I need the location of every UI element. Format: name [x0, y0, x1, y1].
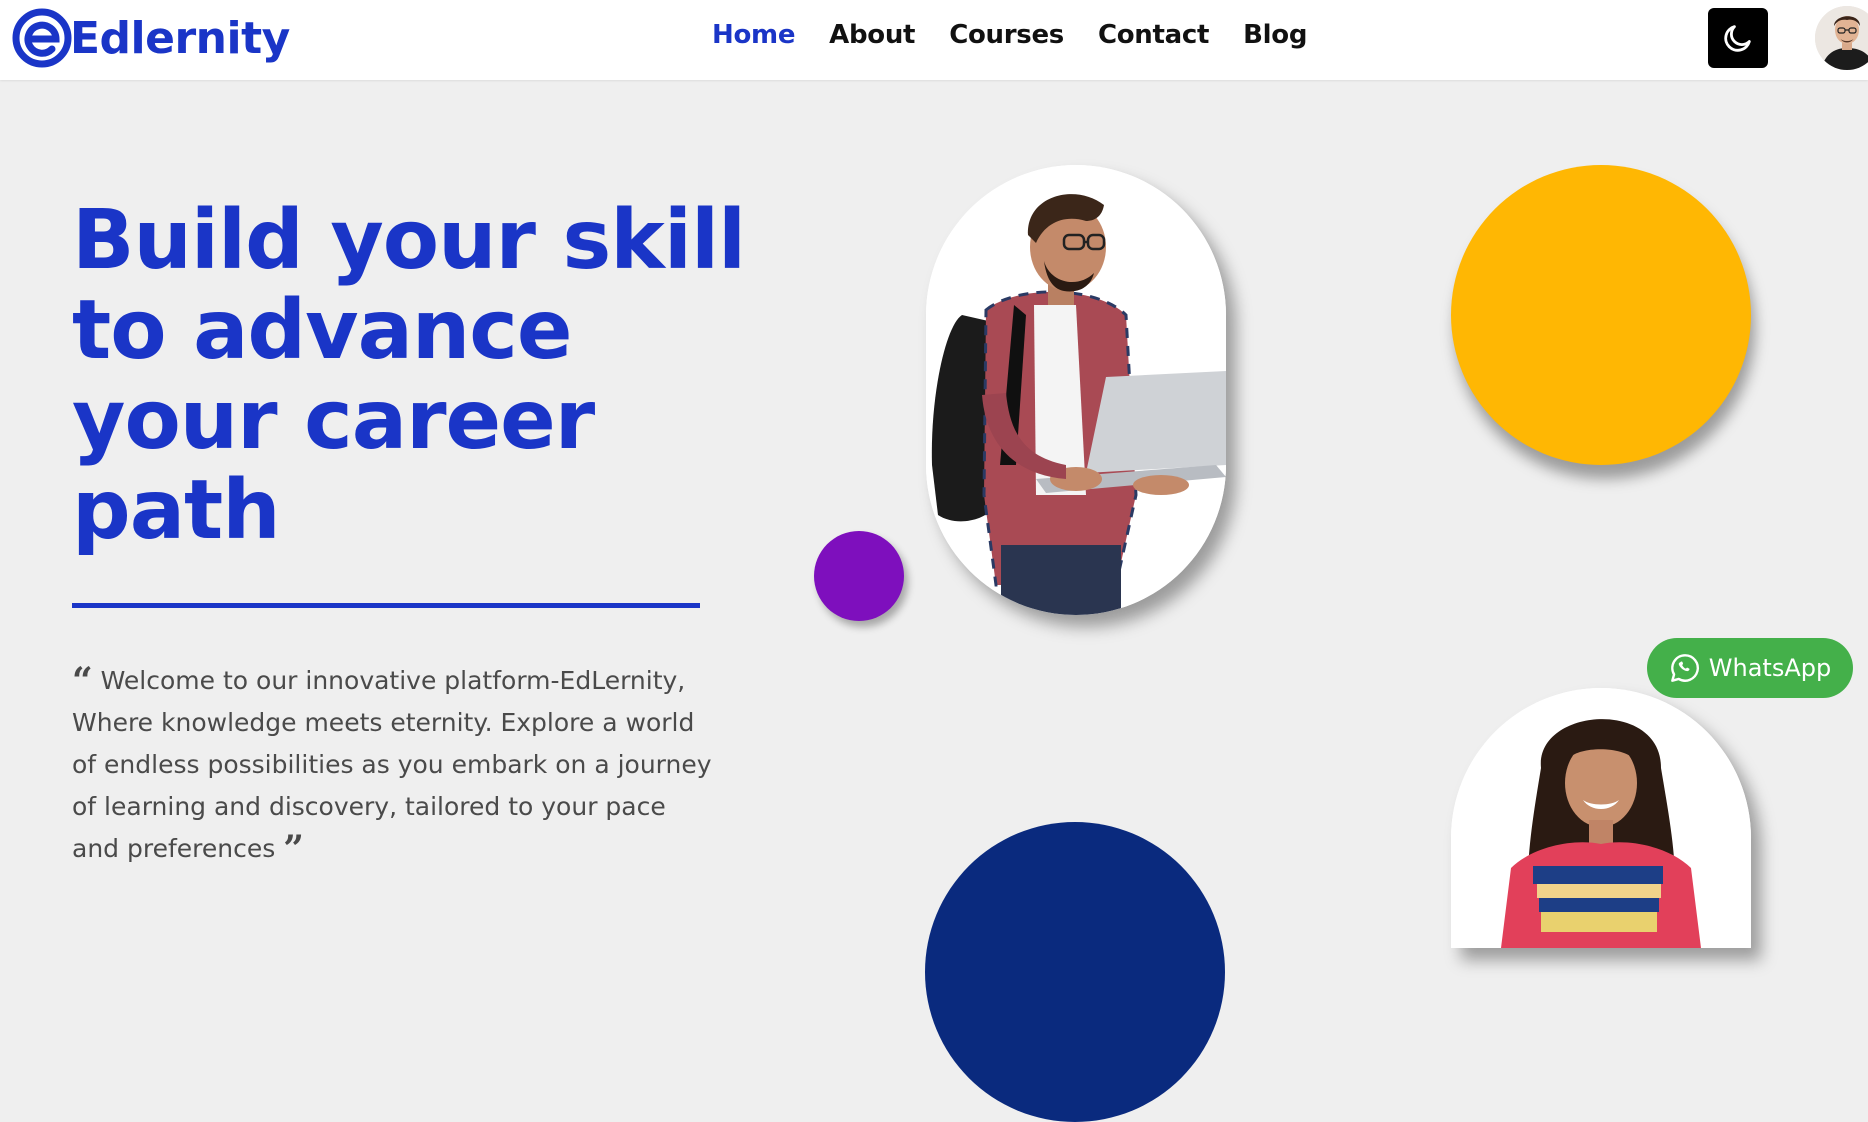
hero-title-line: path [72, 463, 281, 558]
hero-description: “ Welcome to our innovative platform-EdL… [72, 660, 712, 870]
whatsapp-icon [1670, 654, 1699, 682]
brand-name: Edlernity [70, 12, 290, 64]
nav-home[interactable]: Home [712, 20, 795, 50]
open-quote-icon: “ [72, 660, 93, 702]
close-quote-icon: ” [283, 828, 304, 870]
navy-circle-decoration [925, 822, 1225, 1122]
hero-description-text: Welcome to our innovative platform-EdLer… [72, 666, 712, 863]
whatsapp-button[interactable]: WhatsApp [1647, 638, 1853, 698]
avatar-icon [1815, 6, 1868, 70]
theme-toggle-button[interactable] [1708, 8, 1768, 68]
student-laptop-illustration [926, 165, 1226, 615]
whatsapp-label: WhatsApp [1708, 654, 1832, 682]
hero-title-line: Build your skill [72, 193, 746, 288]
logo-icon [12, 8, 72, 68]
navbar: Edlernity Home About Courses Contact Blo… [0, 0, 1868, 80]
nav-about[interactable]: About [829, 20, 915, 50]
main-nav: Home About Courses Contact Blog [712, 20, 1307, 50]
nav-courses[interactable]: Courses [949, 20, 1064, 50]
student-books-illustration [1451, 688, 1751, 948]
hero-title: Build your skill to advance your career pat… [72, 196, 792, 556]
yellow-circle-decoration [1451, 165, 1751, 465]
brand-logo[interactable]: Edlernity [12, 6, 290, 70]
student-laptop-image [926, 165, 1226, 615]
student-books-image [1451, 688, 1751, 948]
purple-circle-decoration [814, 531, 904, 621]
nav-blog[interactable]: Blog [1243, 20, 1307, 50]
nav-contact[interactable]: Contact [1098, 20, 1209, 50]
user-avatar[interactable] [1815, 6, 1868, 70]
hero-title-line: to advance [72, 283, 572, 378]
hero-divider [72, 603, 700, 608]
moon-icon [1724, 25, 1751, 52]
hero-title-line: your career [72, 373, 595, 468]
